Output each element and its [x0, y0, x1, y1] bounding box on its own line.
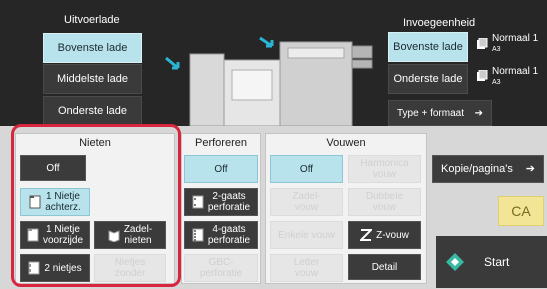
type-format-label: Type + formaat — [397, 107, 464, 119]
output-tray-title: Uitvoerlade — [64, 14, 120, 26]
fold-letter-button[interactable]: Letter vouw — [270, 254, 343, 282]
input-unit-upper-button[interactable]: Bovenste lade — [388, 32, 468, 62]
fold-z-button[interactable]: Z-vouw — [348, 221, 421, 249]
lower-paper-type: Normaal 1 — [492, 66, 539, 77]
start-label: Start — [484, 255, 510, 269]
fold-dubbele-button[interactable]: Dubbele vouw — [348, 188, 421, 216]
punch-icon — [192, 228, 204, 242]
upper-paper-size: A3 — [492, 46, 501, 53]
output-tray-middle-button[interactable]: Middelste lade — [43, 64, 142, 94]
input-unit-lower-button[interactable]: Onderste lade — [388, 64, 468, 94]
paper-icon — [476, 69, 488, 81]
fold-z-label: Z-vouw — [376, 229, 409, 241]
lower-paper-size: A3 — [492, 79, 501, 86]
lower-paper-info: Normaal 1 A3 — [492, 66, 538, 88]
upper-paper-info: Normaal 1 A3 — [492, 33, 538, 55]
arrow-right-icon: ➔ — [525, 162, 535, 175]
punch-off-button[interactable]: Off — [184, 155, 258, 183]
stapling-highlight-frame — [11, 124, 181, 287]
finisher-machine-illustration — [165, 36, 373, 126]
copies-pages-label: Kopie/pagina's — [441, 162, 513, 175]
punch-gbc-button[interactable]: GBC- perforatie — [184, 254, 258, 282]
punch-two-hole-button[interactable]: 2-gaats perforatie — [184, 188, 258, 216]
paper-icon — [476, 37, 488, 49]
fold-harmonica-button[interactable]: Harmonica vouw — [348, 155, 421, 183]
upper-paper-type: Normaal 1 — [492, 33, 539, 44]
z-fold-icon — [358, 228, 374, 242]
ca-button[interactable]: CA — [498, 196, 544, 226]
start-button[interactable]: Start — [436, 236, 547, 288]
copies-pages-button[interactable]: Kopie/pagina's ➔ — [432, 155, 544, 183]
fold-off-button[interactable]: Off — [270, 155, 343, 183]
type-format-button[interactable]: Type + formaat ➔ — [388, 100, 492, 126]
start-icon — [446, 253, 464, 271]
punch-title: Perforeren — [195, 137, 247, 149]
output-tray-upper-button[interactable]: Bovenste lade — [43, 33, 142, 63]
punch-four-hole-label: 4-gaats perforatie — [207, 224, 251, 246]
punch-icon — [192, 195, 204, 209]
fold-enkele-button[interactable]: Enkele vouw — [270, 221, 343, 249]
punch-two-hole-label: 2-gaats perforatie — [207, 191, 251, 213]
arrow-right-icon: ➔ — [474, 107, 483, 119]
fold-title: Vouwen — [326, 137, 366, 149]
fold-zadel-button[interactable]: Zadel- vouw — [270, 188, 343, 216]
fold-detail-button[interactable]: Detail — [348, 254, 421, 280]
output-tray-lower-button[interactable]: Onderste lade — [43, 96, 142, 126]
punch-four-hole-button[interactable]: 4-gaats perforatie — [184, 221, 258, 249]
input-unit-title: Invoegeenheid — [403, 17, 476, 29]
